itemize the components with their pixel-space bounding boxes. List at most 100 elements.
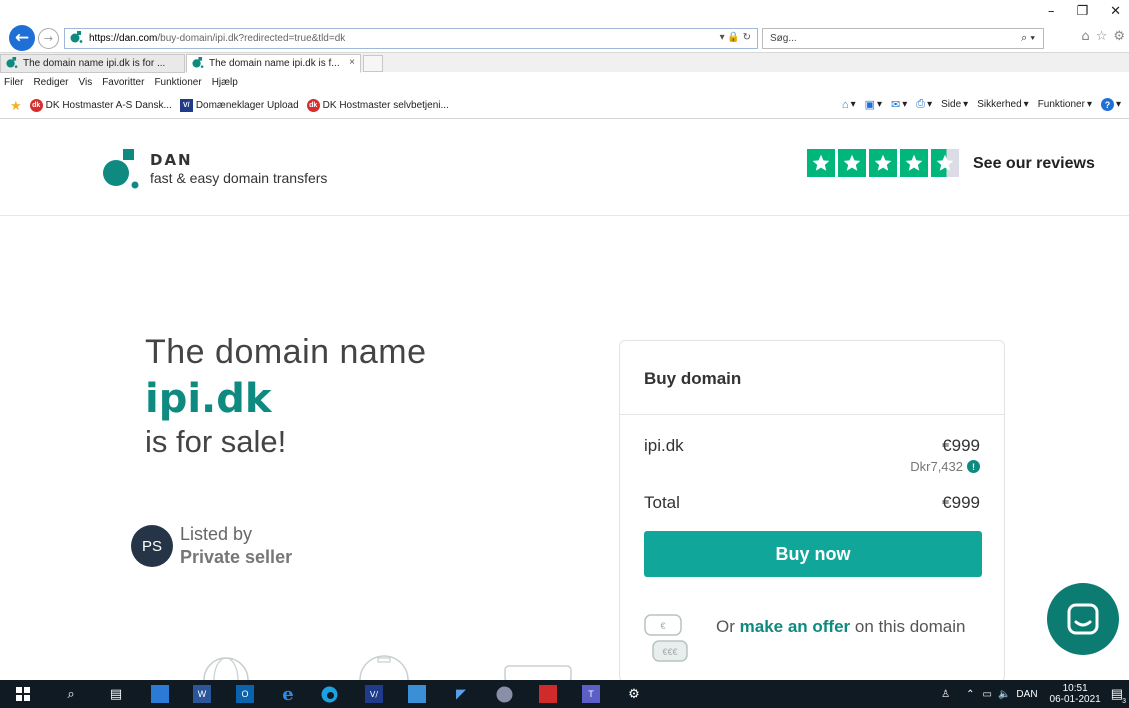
chat-button[interactable] — [1047, 583, 1119, 655]
browser-app-icon[interactable] — [408, 685, 426, 703]
menu-edit[interactable]: Rediger — [33, 77, 68, 88]
avatar: PS — [131, 525, 173, 567]
stopwatch-icon — [359, 655, 409, 680]
edge-icon[interactable] — [320, 685, 338, 703]
feeds-command[interactable]: ▣ ▾ — [865, 98, 882, 111]
print-command[interactable]: ⎙ ▾ — [916, 98, 932, 111]
tab-1[interactable]: The domain name ipi.dk is for ... — [0, 54, 185, 73]
star-icon — [838, 149, 866, 177]
search-input[interactable]: Søg... ⌕ ▾ — [762, 28, 1044, 49]
dan-logo-icon[interactable] — [100, 149, 140, 189]
window-controls: – ❐ ✕ — [1048, 4, 1121, 19]
trustpilot-rating[interactable] — [807, 149, 959, 177]
toolbar-icons: ⌂ ☆ ⚙ — [1081, 29, 1125, 44]
new-tab-button[interactable] — [363, 55, 383, 72]
site-favicon-icon — [191, 56, 205, 71]
search-icon[interactable]: ⌕ — [62, 685, 80, 703]
notification-count: 3 — [1122, 698, 1126, 705]
buy-now-button[interactable]: Buy now — [644, 531, 982, 577]
total-label: Total — [644, 493, 680, 512]
seller-name: Private seller — [180, 547, 293, 567]
favorites-add-icon[interactable]: ★ — [10, 98, 22, 114]
word-icon[interactable]: W — [193, 685, 211, 703]
star-icon — [900, 149, 928, 177]
security-menu[interactable]: Sikkerhed ▾ — [977, 99, 1029, 110]
help-icon: ? — [1100, 98, 1114, 111]
minimize-icon[interactable]: – — [1048, 4, 1055, 19]
home-icon[interactable]: ⌂ — [1081, 29, 1089, 44]
offer-icon-top-symbol: € — [660, 621, 665, 631]
close-icon[interactable]: ✕ — [1110, 4, 1121, 19]
teams-icon[interactable]: T — [582, 685, 600, 703]
rss-icon: ▣ — [864, 99, 876, 111]
domaeneklager-icon[interactable]: V/ — [365, 685, 383, 703]
search-icon[interactable]: ⌕ ▾ — [1021, 32, 1035, 45]
gear-icon[interactable]: ⚙ — [1113, 29, 1125, 44]
tab-2[interactable]: The domain name ipi.dk is f... × — [186, 54, 361, 73]
notifications-icon[interactable]: ▤ 3 — [1111, 686, 1126, 705]
favorite-item[interactable]: V/ Domæneklager Upload — [179, 99, 299, 112]
menu-help[interactable]: Hjælp — [212, 77, 238, 88]
forward-button[interactable]: → — [38, 28, 59, 49]
offer-chat-icon: € €€€ — [644, 613, 688, 667]
brand: DAN fast & easy domain transfers — [150, 151, 327, 186]
chat-icon — [1067, 603, 1099, 635]
address-actions[interactable]: ▾ 🔒 ↻ — [720, 32, 751, 43]
tray-expand-icon[interactable]: ⌃ — [966, 689, 974, 700]
clock-date: 06-01-2021 — [1049, 694, 1101, 705]
page-menu[interactable]: Side ▾ — [941, 99, 968, 110]
outlook-icon[interactable]: O — [236, 685, 254, 703]
help-menu[interactable]: ? ▾ — [1100, 98, 1121, 111]
domaeneklager-icon: V/ — [179, 99, 193, 112]
headline-line1: The domain name — [145, 333, 427, 371]
back-button[interactable]: ← — [9, 25, 35, 51]
tools-menu[interactable]: Funktioner ▾ — [1038, 99, 1092, 110]
favorites-star-icon[interactable]: ☆ — [1096, 29, 1108, 44]
menu-bar: Filer Rediger Vis Favoritter Funktioner … — [0, 73, 238, 91]
menu-tools[interactable]: Funktioner — [154, 77, 201, 88]
address-bar[interactable]: https://dan.com/buy-domain/ipi.dk?redire… — [64, 28, 758, 49]
restore-icon[interactable]: ❐ — [1076, 4, 1088, 19]
make-offer-link[interactable]: make an offer — [740, 617, 851, 636]
globe-icon — [203, 657, 249, 680]
people-icon[interactable]: ♙ — [941, 689, 950, 700]
navigation-bar: ← → https://dan.com/buy-domain/ipi.dk?re… — [0, 24, 1129, 52]
site-favicon-icon — [5, 56, 19, 71]
document-icon — [504, 665, 572, 680]
tab-label: The domain name ipi.dk is for ... — [23, 58, 166, 69]
clock[interactable]: 10:51 06-01-2021 — [1050, 683, 1101, 705]
info-icon[interactable]: ! — [967, 460, 980, 473]
network-icon[interactable]: ▭ — [983, 689, 992, 700]
menu-view[interactable]: Vis — [78, 77, 92, 88]
close-tab-icon[interactable]: × — [349, 57, 355, 68]
system-tray: ♙ ⌃ ▭ 🔈 DAN 10:51 06-01-2021 ▤ 3 — [941, 680, 1129, 708]
favorite-item[interactable]: dk DK Hostmaster selvbetjeni... — [306, 99, 449, 112]
language-indicator[interactable]: DAN — [1016, 689, 1037, 700]
mail-command[interactable]: ✉ ▾ — [891, 98, 907, 111]
see-reviews-link[interactable]: See our reviews — [973, 155, 1095, 173]
headline-line3: is for sale! — [145, 424, 287, 459]
task-view-icon[interactable]: ▤ — [107, 685, 125, 703]
print-icon: ⎙ — [916, 98, 926, 110]
offer-icon-bottom-symbol: €€€ — [662, 647, 677, 657]
acrobat-icon[interactable] — [539, 685, 557, 703]
total-row: Total €999 — [644, 493, 980, 513]
settings-gear-icon[interactable]: ⚙ — [625, 685, 643, 703]
volume-icon[interactable]: 🔈 — [998, 689, 1010, 700]
home-command[interactable]: ⌂ ▾ — [842, 99, 856, 111]
site-favicon-icon — [69, 31, 85, 46]
offer-suffix: on this domain — [854, 617, 966, 636]
internet-explorer-icon[interactable]: e — [279, 684, 297, 705]
menu-file[interactable]: Filer — [4, 77, 23, 88]
total-price: €999 — [942, 493, 980, 512]
sale-headline: The domain name ipi.dk is for sale! — [145, 333, 427, 460]
feature-icons — [203, 655, 572, 680]
notes-app-icon[interactable]: ◤ — [452, 685, 470, 703]
windows-taskbar: ⌕ ▤ W O e V/ ◤ T ⚙ ♙ ⌃ ▭ 🔈 DAN 10:51 06-… — [0, 680, 1129, 708]
menu-favorites[interactable]: Favoritter — [102, 77, 144, 88]
star-icon — [869, 149, 897, 177]
windows-start-icon[interactable] — [14, 685, 32, 703]
favorite-item[interactable]: dk DK Hostmaster A-S Dansk... — [29, 99, 172, 112]
file-explorer-icon[interactable] — [151, 685, 169, 703]
ess-app-icon[interactable] — [495, 685, 513, 703]
